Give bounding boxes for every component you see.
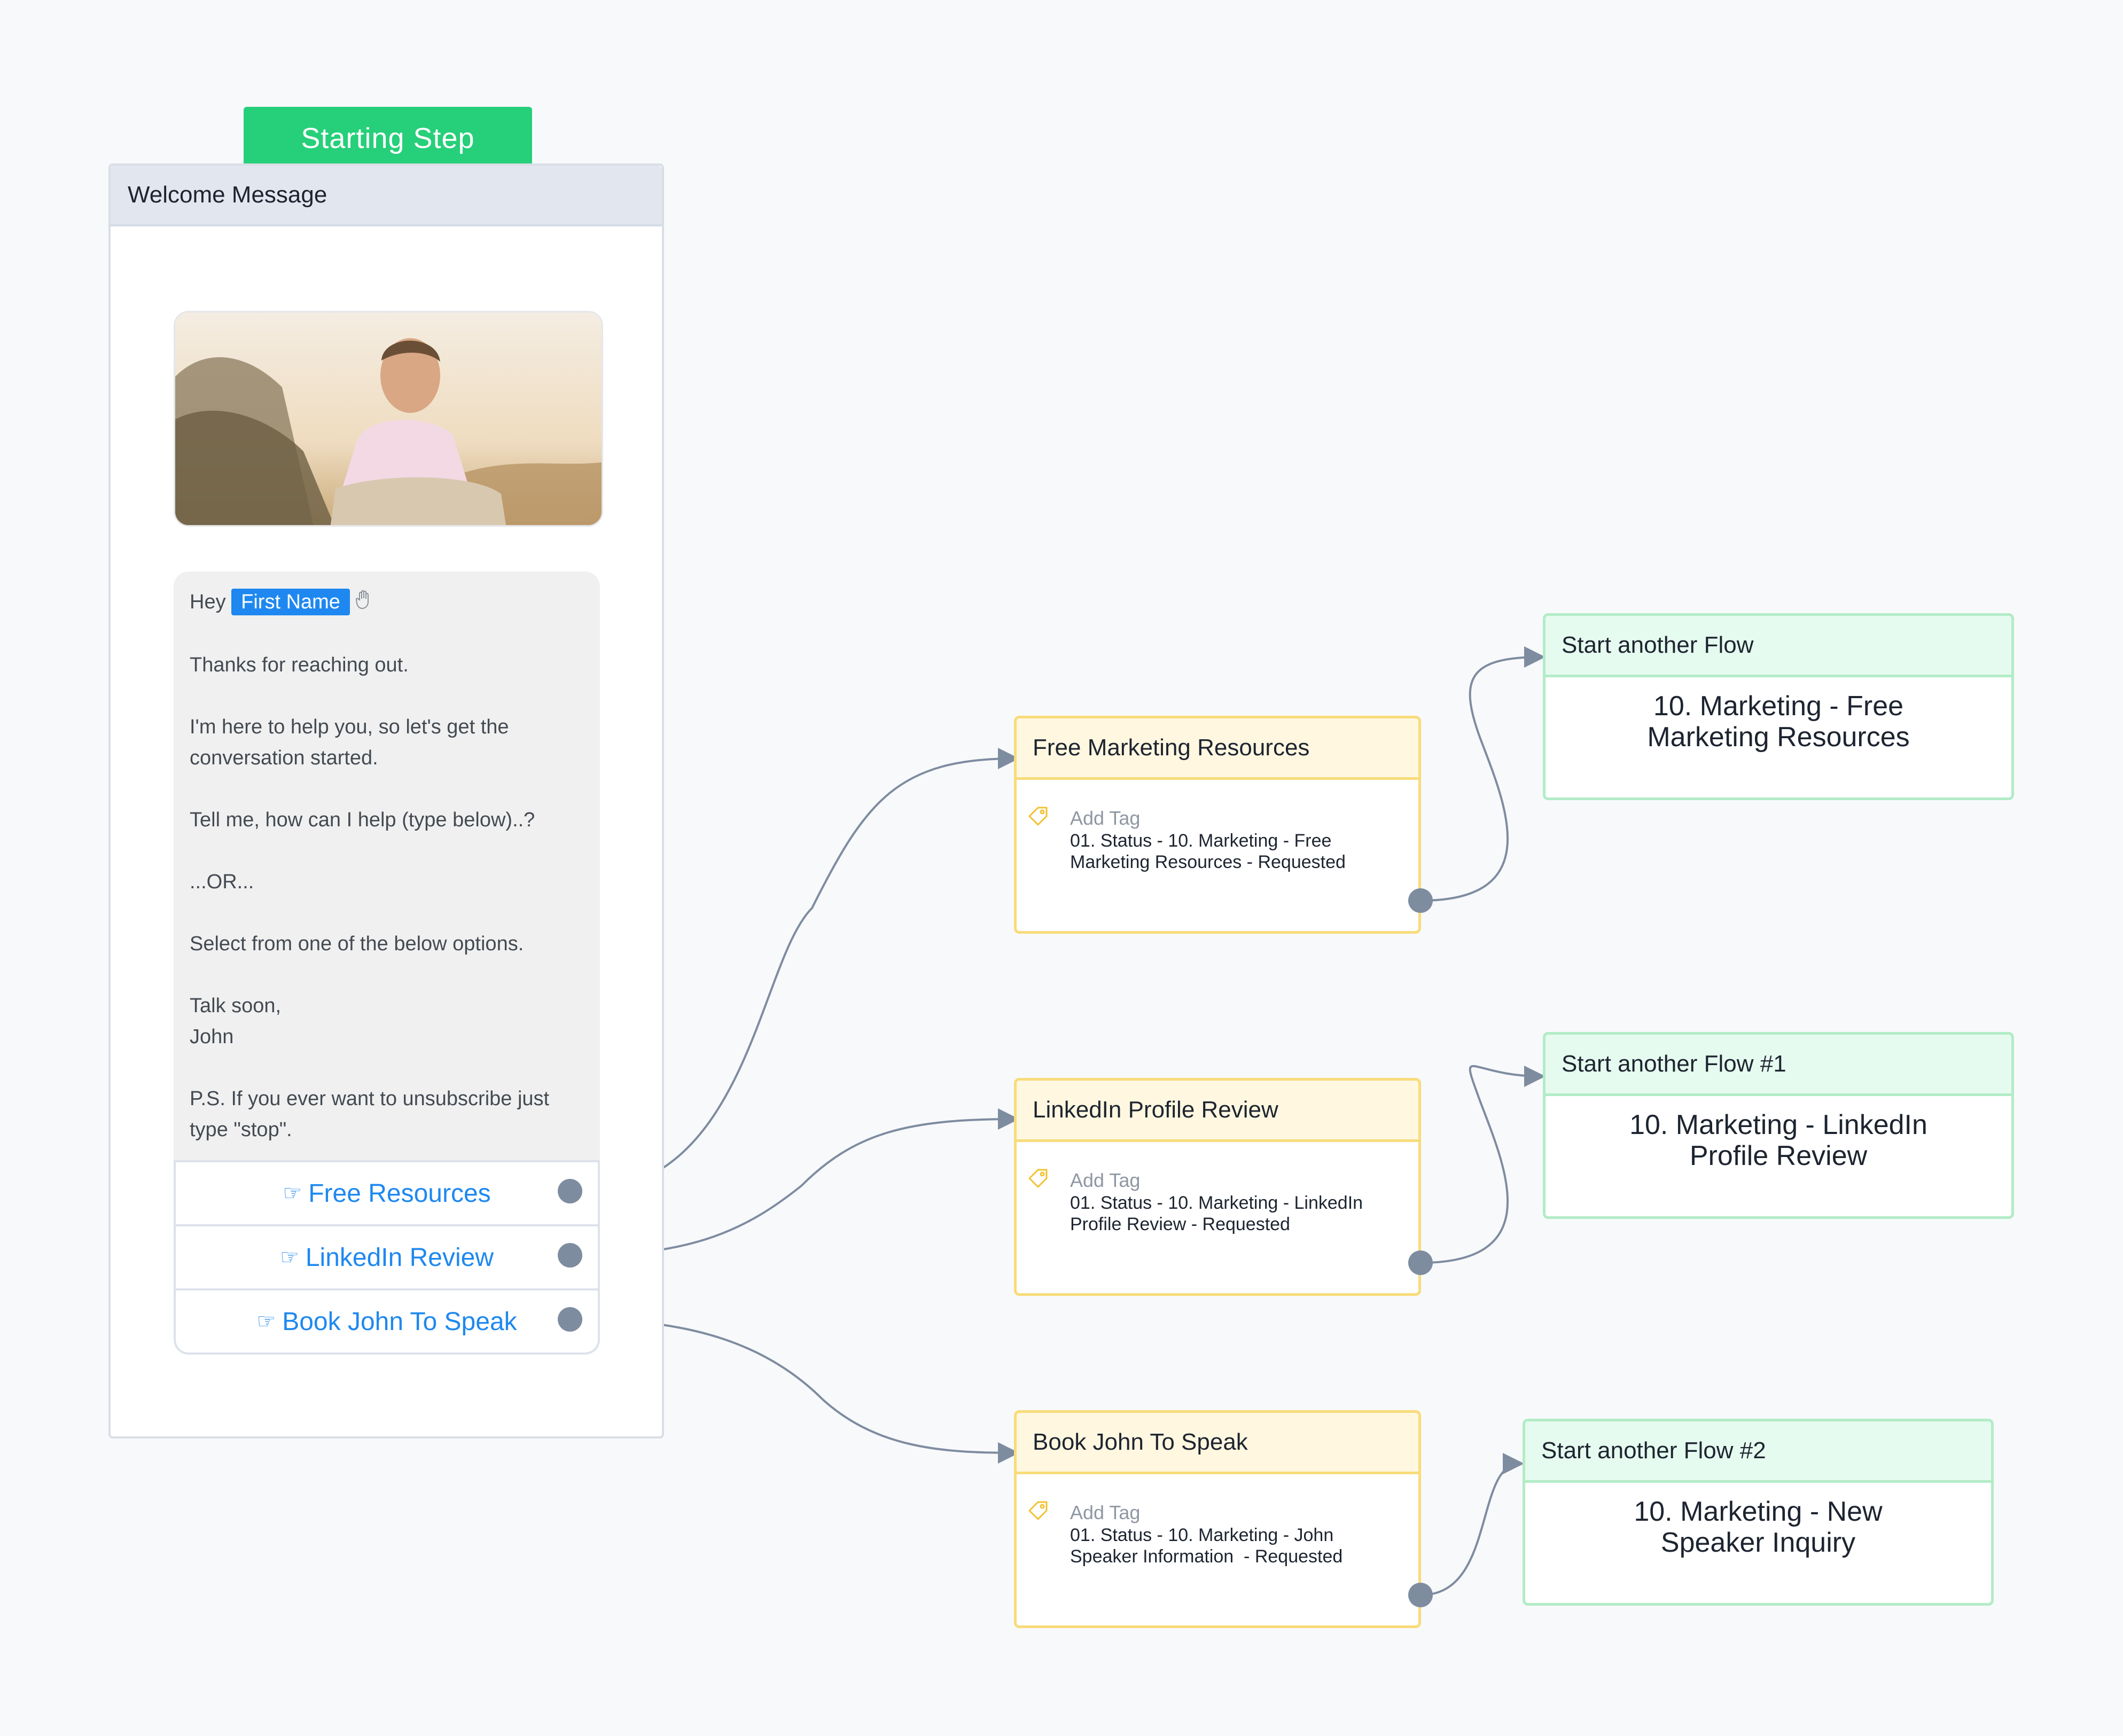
message-line: Select from one of the below options. bbox=[190, 932, 524, 955]
node-title: LinkedIn Profile Review bbox=[1033, 1097, 1278, 1123]
free-resources-connector-dot[interactable] bbox=[558, 1179, 582, 1203]
node-title: Free Marketing Resources bbox=[1033, 734, 1310, 761]
flow-node-linkedin[interactable]: Start another Flow #1 10. Marketing - Li… bbox=[1543, 1032, 2014, 1219]
tag-value: 01. Status - 10. Marketing - LinkedIn Pr… bbox=[1070, 1193, 1368, 1234]
welcome-message-node[interactable]: Welcome Message Hey First Name Thanks fo… bbox=[108, 163, 664, 1438]
tag-icon bbox=[1027, 1168, 1050, 1193]
pointing-hand-icon: ☞ bbox=[279, 1246, 299, 1269]
message-line: Talk soon, John bbox=[190, 994, 282, 1048]
first-name-placeholder[interactable]: First Name bbox=[231, 589, 350, 615]
flow-name: 10. Marketing - New Speaker Inquiry bbox=[1634, 1496, 1883, 1558]
node-title: Start another Flow #2 bbox=[1541, 1437, 1766, 1464]
node-title: Start another Flow bbox=[1562, 632, 1754, 658]
book-john-button[interactable]: ☞ Book John To Speak bbox=[176, 1288, 598, 1352]
starting-step-badge: Starting Step bbox=[244, 107, 532, 170]
quick-reply-buttons: ☞ Free Resources ☞ LinkedIn Review ☞ Boo… bbox=[174, 1160, 600, 1355]
add-tag-label: Add Tag bbox=[1070, 1169, 1141, 1191]
add-tag-label: Add Tag bbox=[1070, 807, 1141, 829]
profile-photo bbox=[174, 311, 603, 527]
add-tag-label: Add Tag bbox=[1070, 1502, 1141, 1523]
flow-name: 10. Marketing - LinkedIn Profile Review bbox=[1629, 1109, 1927, 1171]
pointing-hand-icon: ☞ bbox=[283, 1182, 302, 1205]
node-header[interactable]: Welcome Message bbox=[111, 166, 662, 226]
pointing-hand-icon: ☞ bbox=[256, 1310, 276, 1333]
node-header[interactable]: Free Marketing Resources bbox=[1017, 718, 1418, 780]
node-header[interactable]: Book John To Speak bbox=[1017, 1413, 1418, 1474]
flow-node-free-marketing[interactable]: Start another Flow 10. Marketing - Free … bbox=[1543, 613, 2014, 800]
action-node-book-john[interactable]: Book John To Speak Add Tag 01. Status - … bbox=[1014, 1410, 1421, 1628]
node-title: Start another Flow #1 bbox=[1562, 1051, 1786, 1077]
starting-step-label: Starting Step bbox=[301, 122, 475, 154]
action2-connector-dot[interactable] bbox=[1408, 1250, 1433, 1275]
message-line: P.S. If you ever want to unsubscribe jus… bbox=[190, 1087, 555, 1141]
node-header[interactable]: Start another Flow #2 bbox=[1525, 1421, 1991, 1483]
button-label: Book John To Speak bbox=[282, 1307, 517, 1336]
connector-action3-flow bbox=[1420, 1453, 1524, 1596]
message-line: Tell me, how can I help (type below)..? bbox=[190, 808, 535, 831]
message-text-block[interactable]: Hey First Name Thanks for reaching out. … bbox=[174, 572, 600, 1164]
connector-action2-flow bbox=[1420, 1065, 1546, 1264]
connector-action1-flow bbox=[1420, 646, 1546, 902]
button-label: Free Resources bbox=[308, 1179, 491, 1208]
action-node-linkedin-review[interactable]: LinkedIn Profile Review Add Tag 01. Stat… bbox=[1014, 1078, 1421, 1296]
node-title: Book John To Speak bbox=[1033, 1429, 1248, 1455]
node-header[interactable]: Start another Flow bbox=[1546, 616, 2011, 677]
node-header[interactable]: LinkedIn Profile Review bbox=[1017, 1081, 1418, 1142]
flow-canvas[interactable]: Starting Step Welcome Message Hey First … bbox=[0, 0, 2123, 1736]
action-node-free-marketing[interactable]: Free Marketing Resources Add Tag 01. Sta… bbox=[1014, 716, 1421, 934]
tag-icon bbox=[1027, 806, 1050, 831]
node-header[interactable]: Start another Flow #1 bbox=[1546, 1035, 2011, 1096]
action3-connector-dot[interactable] bbox=[1408, 1583, 1433, 1607]
greeting-text: Hey bbox=[190, 591, 226, 613]
linkedin-review-button[interactable]: ☞ LinkedIn Review bbox=[176, 1224, 598, 1288]
flow-node-speaker[interactable]: Start another Flow #2 10. Marketing - Ne… bbox=[1523, 1419, 1994, 1606]
flow-name: 10. Marketing - Free Marketing Resources bbox=[1647, 691, 1910, 753]
message-line: I'm here to help you, so let's get the c… bbox=[190, 715, 515, 769]
linkedin-review-connector-dot[interactable] bbox=[558, 1243, 582, 1268]
free-resources-button[interactable]: ☞ Free Resources bbox=[176, 1160, 598, 1224]
book-john-connector-dot[interactable] bbox=[558, 1307, 582, 1332]
tag-value: 01. Status - 10. Marketing - John Speake… bbox=[1070, 1525, 1343, 1567]
button-label: LinkedIn Review bbox=[305, 1243, 494, 1272]
waving-hand-icon bbox=[355, 588, 373, 619]
message-line: ...OR... bbox=[190, 870, 254, 893]
tag-value: 01. Status - 10. Marketing - Free Market… bbox=[1070, 831, 1346, 872]
message-line: Thanks for reaching out. bbox=[190, 653, 409, 676]
tag-icon bbox=[1027, 1500, 1050, 1525]
action1-connector-dot[interactable] bbox=[1408, 888, 1433, 913]
photo-image bbox=[175, 312, 602, 525]
node-title: Welcome Message bbox=[128, 182, 327, 208]
